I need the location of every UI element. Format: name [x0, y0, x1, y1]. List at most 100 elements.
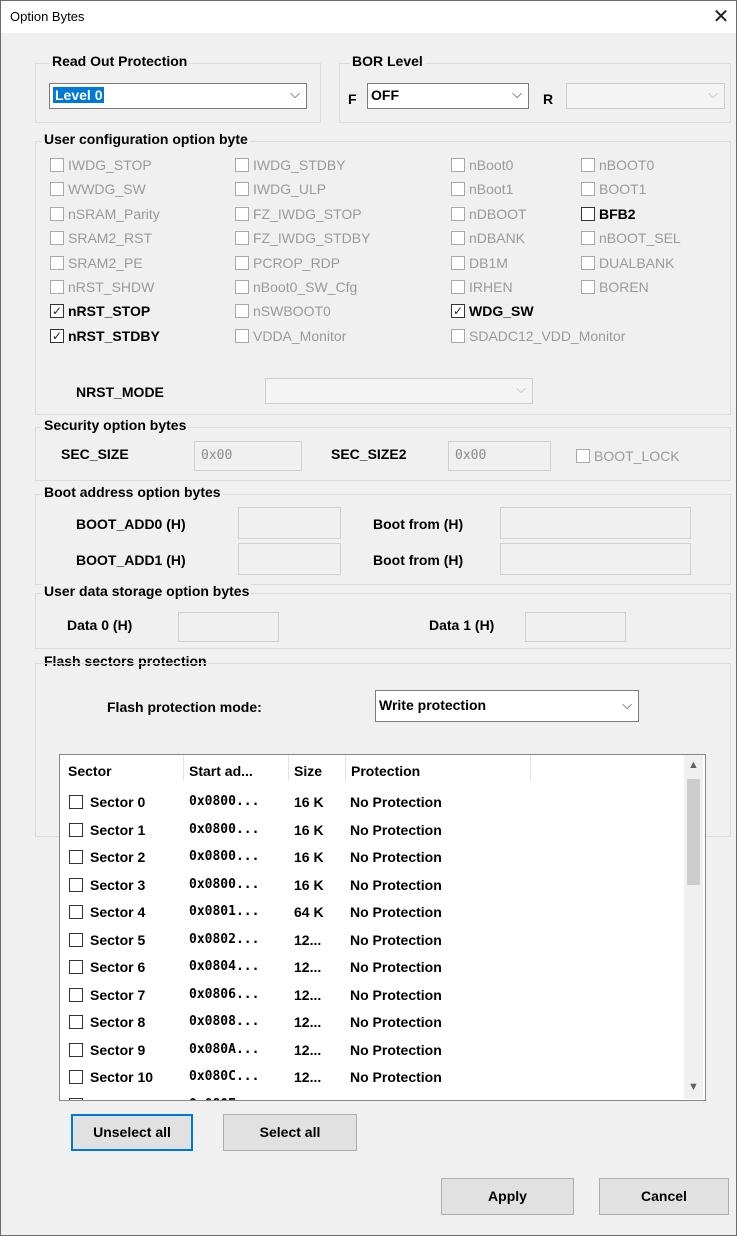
checkbox-sram2-pe[interactable]: SRAM2_PE — [50, 254, 143, 272]
checkbox-pcrop-rdp[interactable]: PCROP_RDP — [235, 254, 340, 272]
boot-add0-label: BOOT_ADD0 (H) — [76, 516, 186, 532]
boot-add0-field[interactable] — [238, 507, 341, 539]
checkbox-label: SRAM2_RST — [68, 230, 153, 246]
column-header-start[interactable]: Start ad... — [189, 763, 253, 779]
checkbox-fz-iwdg-stop[interactable]: FZ_IWDG_STOP — [235, 205, 362, 223]
nrst-mode-select[interactable]: ⌵ — [265, 378, 533, 404]
checkbox-ndbank[interactable]: nDBANK — [451, 229, 525, 247]
checkbox-vdda-monitor[interactable]: VDDA_Monitor — [235, 327, 346, 345]
checkbox-label: nBOOT_SEL — [599, 230, 681, 246]
sector-checkbox[interactable] — [69, 1042, 83, 1057]
checkbox-fz-iwdg-stdby[interactable]: FZ_IWDG_STDBY — [235, 229, 370, 247]
sector-checkbox[interactable] — [69, 1070, 83, 1084]
sec-size-field[interactable]: 0x00 — [194, 441, 302, 471]
checkbox-boren[interactable]: BOREN — [581, 278, 649, 296]
checkbox-irhen[interactable]: IRHEN — [451, 278, 513, 296]
boot-add1-field[interactable] — [238, 543, 341, 575]
checkbox-nboot0-sw-cfg[interactable]: nBoot0_SW_Cfg — [235, 278, 357, 296]
sector-checkbox[interactable] — [69, 850, 83, 864]
checkbox-nboot0[interactable]: nBoot0 — [451, 156, 513, 174]
checkbox-db1m[interactable]: DB1M — [451, 254, 508, 272]
sector-row[interactable]: Sector 1 0x0800... 16 K No Protection — [60, 819, 680, 841]
checkbox-sram2-rst[interactable]: SRAM2_RST — [50, 229, 152, 247]
data0-field[interactable] — [178, 612, 279, 642]
sector-row[interactable]: Sector 7 0x0806... 12... No Protection — [60, 984, 680, 1006]
column-divider[interactable] — [530, 755, 531, 781]
close-icon[interactable]: ✕ — [706, 1, 736, 33]
column-header-size[interactable]: Size — [294, 763, 322, 779]
boot-lock-checkbox[interactable]: BOOT_LOCK — [576, 447, 680, 465]
sector-size: 12... — [294, 1069, 322, 1085]
sector-row[interactable]: Sector 6 0x0804... 12... No Protection — [60, 956, 680, 978]
sector-row[interactable]: Sector 11 0x080E... 12... No Protection — [60, 1094, 680, 1100]
checkbox-sdadc12-vdd-monitor[interactable]: SDADC12_VDD_Monitor — [451, 327, 625, 345]
scroll-up-icon[interactable]: ▲ — [684, 759, 703, 771]
checkbox-boot1[interactable]: BOOT1 — [581, 180, 646, 198]
apply-button[interactable]: Apply — [441, 1178, 574, 1215]
select-all-button[interactable]: Select all — [223, 1114, 357, 1151]
vertical-scrollbar[interactable]: ▲ ▼ — [684, 755, 703, 1099]
read-out-protection-select[interactable]: Level 0 ⌵ — [49, 83, 307, 109]
sec-size2-field[interactable]: 0x00 — [448, 441, 551, 471]
sector-checkbox[interactable] — [69, 822, 83, 837]
checkbox-bfb2[interactable]: BFB2 — [581, 205, 636, 223]
checkbox-box — [451, 231, 465, 245]
sector-checkbox[interactable] — [69, 960, 83, 974]
sector-checkbox[interactable] — [69, 1015, 83, 1029]
checkbox-nboot1[interactable]: nBoot1 — [451, 180, 513, 198]
boot-from1-field[interactable] — [500, 543, 691, 575]
checkbox-label: SDADC12_VDD_Monitor — [469, 328, 626, 344]
checkbox-ndboot[interactable]: nDBOOT — [451, 205, 527, 223]
checkbox-label: WDG_SW — [469, 303, 534, 319]
sec-size-value: 0x00 — [201, 448, 233, 463]
sector-checkbox[interactable] — [69, 877, 83, 892]
checkbox-nboot-sel[interactable]: nBOOT_SEL — [581, 229, 681, 247]
sector-name: Sector 3 — [90, 876, 146, 893]
sector-size: 12... — [294, 931, 322, 948]
column-divider[interactable] — [183, 755, 184, 781]
sector-name: Sector 8 — [90, 1014, 146, 1030]
sector-row[interactable]: Sector 5 0x0802... 12... No Protection — [60, 929, 680, 951]
sector-row[interactable]: Sector 0 0x0800... 16 K No Protection — [60, 791, 680, 813]
checkbox-iwdg-ulp[interactable]: IWDG_ULP — [235, 180, 326, 198]
checkbox-wdg-sw[interactable]: WDG_SW — [451, 302, 534, 320]
checkbox-nrst-stdby[interactable]: nRST_STDBY — [50, 327, 160, 345]
boot-from0-field[interactable] — [500, 507, 691, 539]
sector-row[interactable]: Sector 3 0x0800... 16 K No Protection — [60, 874, 680, 896]
sector-name: Sector 5 — [90, 931, 146, 948]
scroll-down-icon[interactable]: ▼ — [684, 1081, 703, 1093]
checkbox-wwdg-sw[interactable]: WWDG_SW — [50, 180, 146, 198]
sector-list[interactable]: Sector Start ad... Size Protection Secto… — [59, 754, 706, 1101]
sector-checkbox[interactable] — [69, 1097, 83, 1100]
column-header-protection[interactable]: Protection — [351, 763, 420, 779]
checkbox-nswboot0[interactable]: nSWBOOT0 — [235, 302, 331, 320]
column-divider[interactable] — [345, 755, 346, 781]
data1-field[interactable] — [525, 612, 626, 642]
cancel-button[interactable]: Cancel — [599, 1178, 729, 1215]
sector-row[interactable]: Sector 9 0x080A... 12... No Protection — [60, 1039, 680, 1061]
bor-r-select[interactable]: ⌵ — [566, 83, 725, 109]
sector-row[interactable]: Sector 4 0x0801... 64 K No Protection — [60, 901, 680, 923]
checkbox-iwdg-stdby[interactable]: IWDG_STDBY — [235, 156, 346, 174]
sector-checkbox[interactable] — [69, 905, 83, 919]
scrollbar-thumb[interactable] — [687, 779, 700, 885]
column-divider[interactable] — [288, 755, 289, 781]
sector-checkbox[interactable] — [69, 987, 83, 1002]
checkbox-nrst-stop[interactable]: nRST_STOP — [50, 302, 150, 320]
checkbox-dualbank[interactable]: DUALBANK — [581, 254, 674, 272]
checkbox-iwdg-stop[interactable]: IWDG_STOP — [50, 156, 152, 174]
bor-f-select[interactable]: OFF ⌵ — [367, 83, 529, 109]
unselect-all-button[interactable]: Unselect all — [71, 1114, 193, 1151]
checkbox-nsram-parity[interactable]: nSRAM_Parity — [50, 205, 160, 223]
sector-checkbox[interactable] — [69, 795, 83, 809]
flash-mode-select[interactable]: Write protection ⌵ — [375, 690, 639, 722]
checkbox-nboot0[interactable]: nBOOT0 — [581, 156, 654, 174]
sector-start-address: 0x0800... — [189, 821, 260, 837]
checkbox-nrst-shdw[interactable]: nRST_SHDW — [50, 278, 154, 296]
chevron-down-icon: ⌵ — [290, 86, 300, 101]
column-header-sector[interactable]: Sector — [68, 763, 112, 779]
sector-row[interactable]: Sector 2 0x0800... 16 K No Protection — [60, 846, 680, 868]
sector-row[interactable]: Sector 10 0x080C... 12... No Protection — [60, 1066, 680, 1088]
sector-row[interactable]: Sector 8 0x0808... 12... No Protection — [60, 1011, 680, 1033]
sector-checkbox[interactable] — [69, 932, 83, 947]
